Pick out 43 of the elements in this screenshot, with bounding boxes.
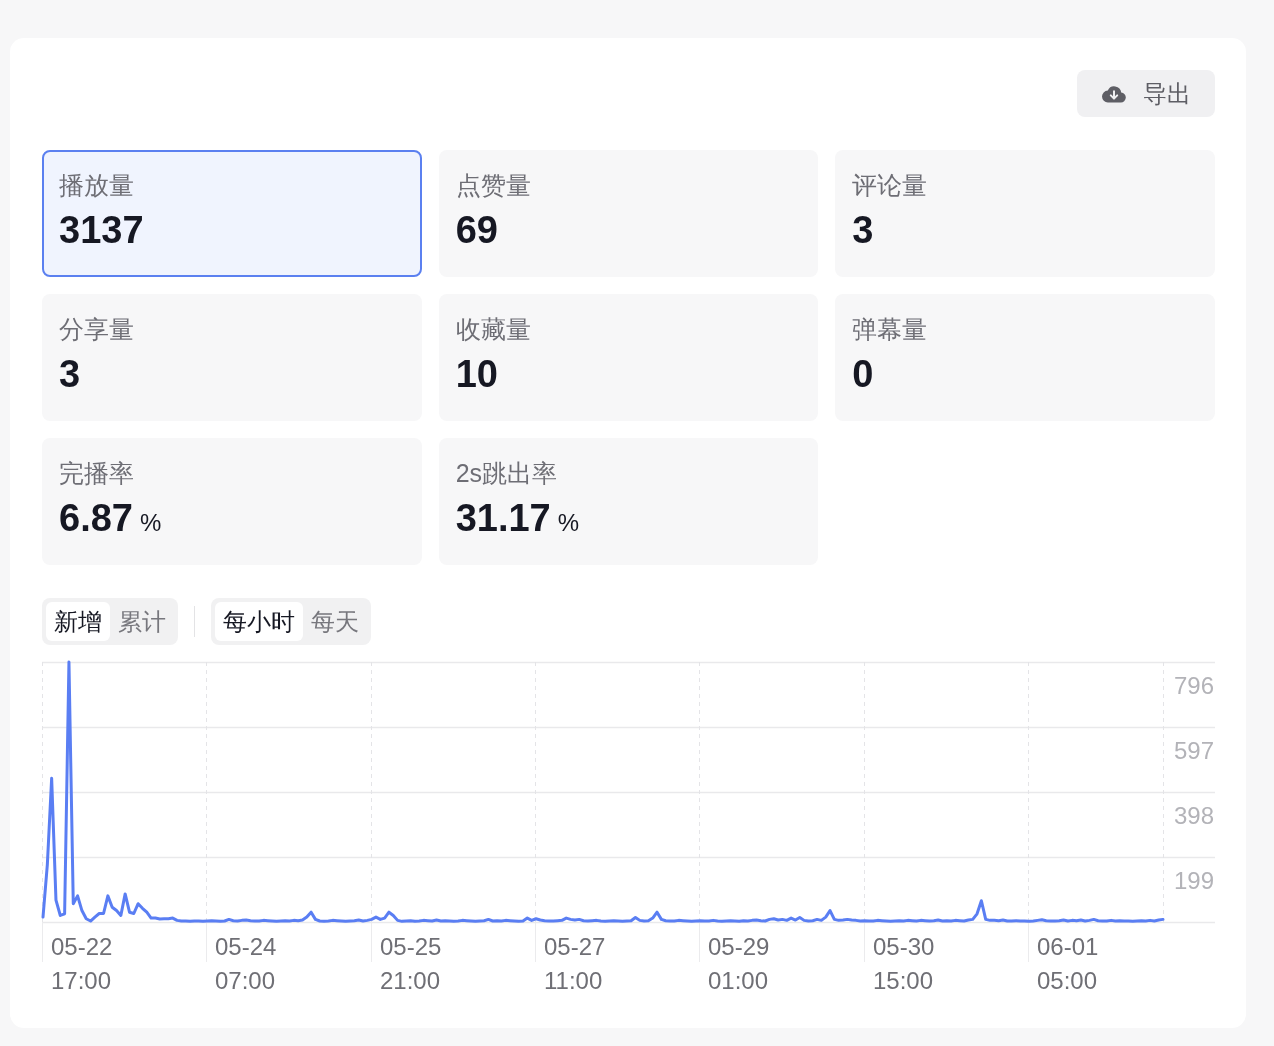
x-axis-label: 05-29 01:00 xyxy=(708,932,770,996)
y-axis-label: 796 xyxy=(1173,671,1214,701)
x-axis-label: 05-30 15:00 xyxy=(873,932,935,996)
metric-card[interactable]: 评论量 3 xyxy=(835,150,1215,277)
x-axis-label: 05-25 21:00 xyxy=(380,932,442,996)
x-axis-label: 05-24 07:00 xyxy=(215,932,277,996)
cloud-download-icon xyxy=(1102,84,1126,103)
x-axis-label: 05-22 17:00 xyxy=(51,932,113,996)
metric-label: 评论量 xyxy=(852,170,929,200)
metric-value: 3 xyxy=(59,352,81,397)
y-axis-label: 398 xyxy=(1173,801,1214,831)
segment-button[interactable]: 每小时 xyxy=(215,602,303,641)
y-axis-label: 597 xyxy=(1173,736,1214,766)
metric-card[interactable]: 弹幕量 0 xyxy=(835,294,1215,421)
metric-value: 0 xyxy=(852,352,874,397)
metric-value: 6.87 xyxy=(59,496,133,541)
metric-value: 69 xyxy=(455,208,498,253)
metric-label: 弹幕量 xyxy=(852,314,929,344)
metric-label: 完播率 xyxy=(59,458,135,488)
metric-card[interactable]: 收藏量 10 xyxy=(438,294,819,421)
x-axis-label: 06-01 05:00 xyxy=(1037,932,1099,996)
segment-button[interactable]: 累计 xyxy=(110,602,174,641)
segment-button[interactable]: 新增 xyxy=(46,602,110,641)
metric-unit: % xyxy=(557,509,580,537)
metric-label: 播放量 xyxy=(59,170,135,200)
metric-unit: % xyxy=(139,509,162,537)
y-axis-label: 199 xyxy=(1173,866,1214,896)
metric-card[interactable]: 分享量 3 xyxy=(42,294,422,421)
metric-card[interactable]: 播放量 3137 xyxy=(42,150,422,277)
metric-card[interactable]: 2s跳出率 31.17 % xyxy=(438,438,819,565)
metric-card[interactable]: 点赞量 69 xyxy=(438,150,819,277)
export-button[interactable]: 导出 xyxy=(1077,70,1215,117)
metric-card[interactable]: 完播率 6.87 % xyxy=(42,438,422,565)
metric-label: 收藏量 xyxy=(455,314,532,344)
metric-label: 分享量 xyxy=(59,314,135,344)
segment-button[interactable]: 每天 xyxy=(303,602,367,641)
x-axis-label: 05-27 11:00 xyxy=(544,932,606,996)
metric-label: 2s跳出率 xyxy=(455,458,559,488)
metric-value: 31.17 xyxy=(455,496,551,541)
metric-value: 10 xyxy=(455,352,498,397)
metric-value: 3137 xyxy=(59,208,144,253)
metric-value: 3 xyxy=(852,208,874,253)
metric-label: 点赞量 xyxy=(455,170,532,200)
